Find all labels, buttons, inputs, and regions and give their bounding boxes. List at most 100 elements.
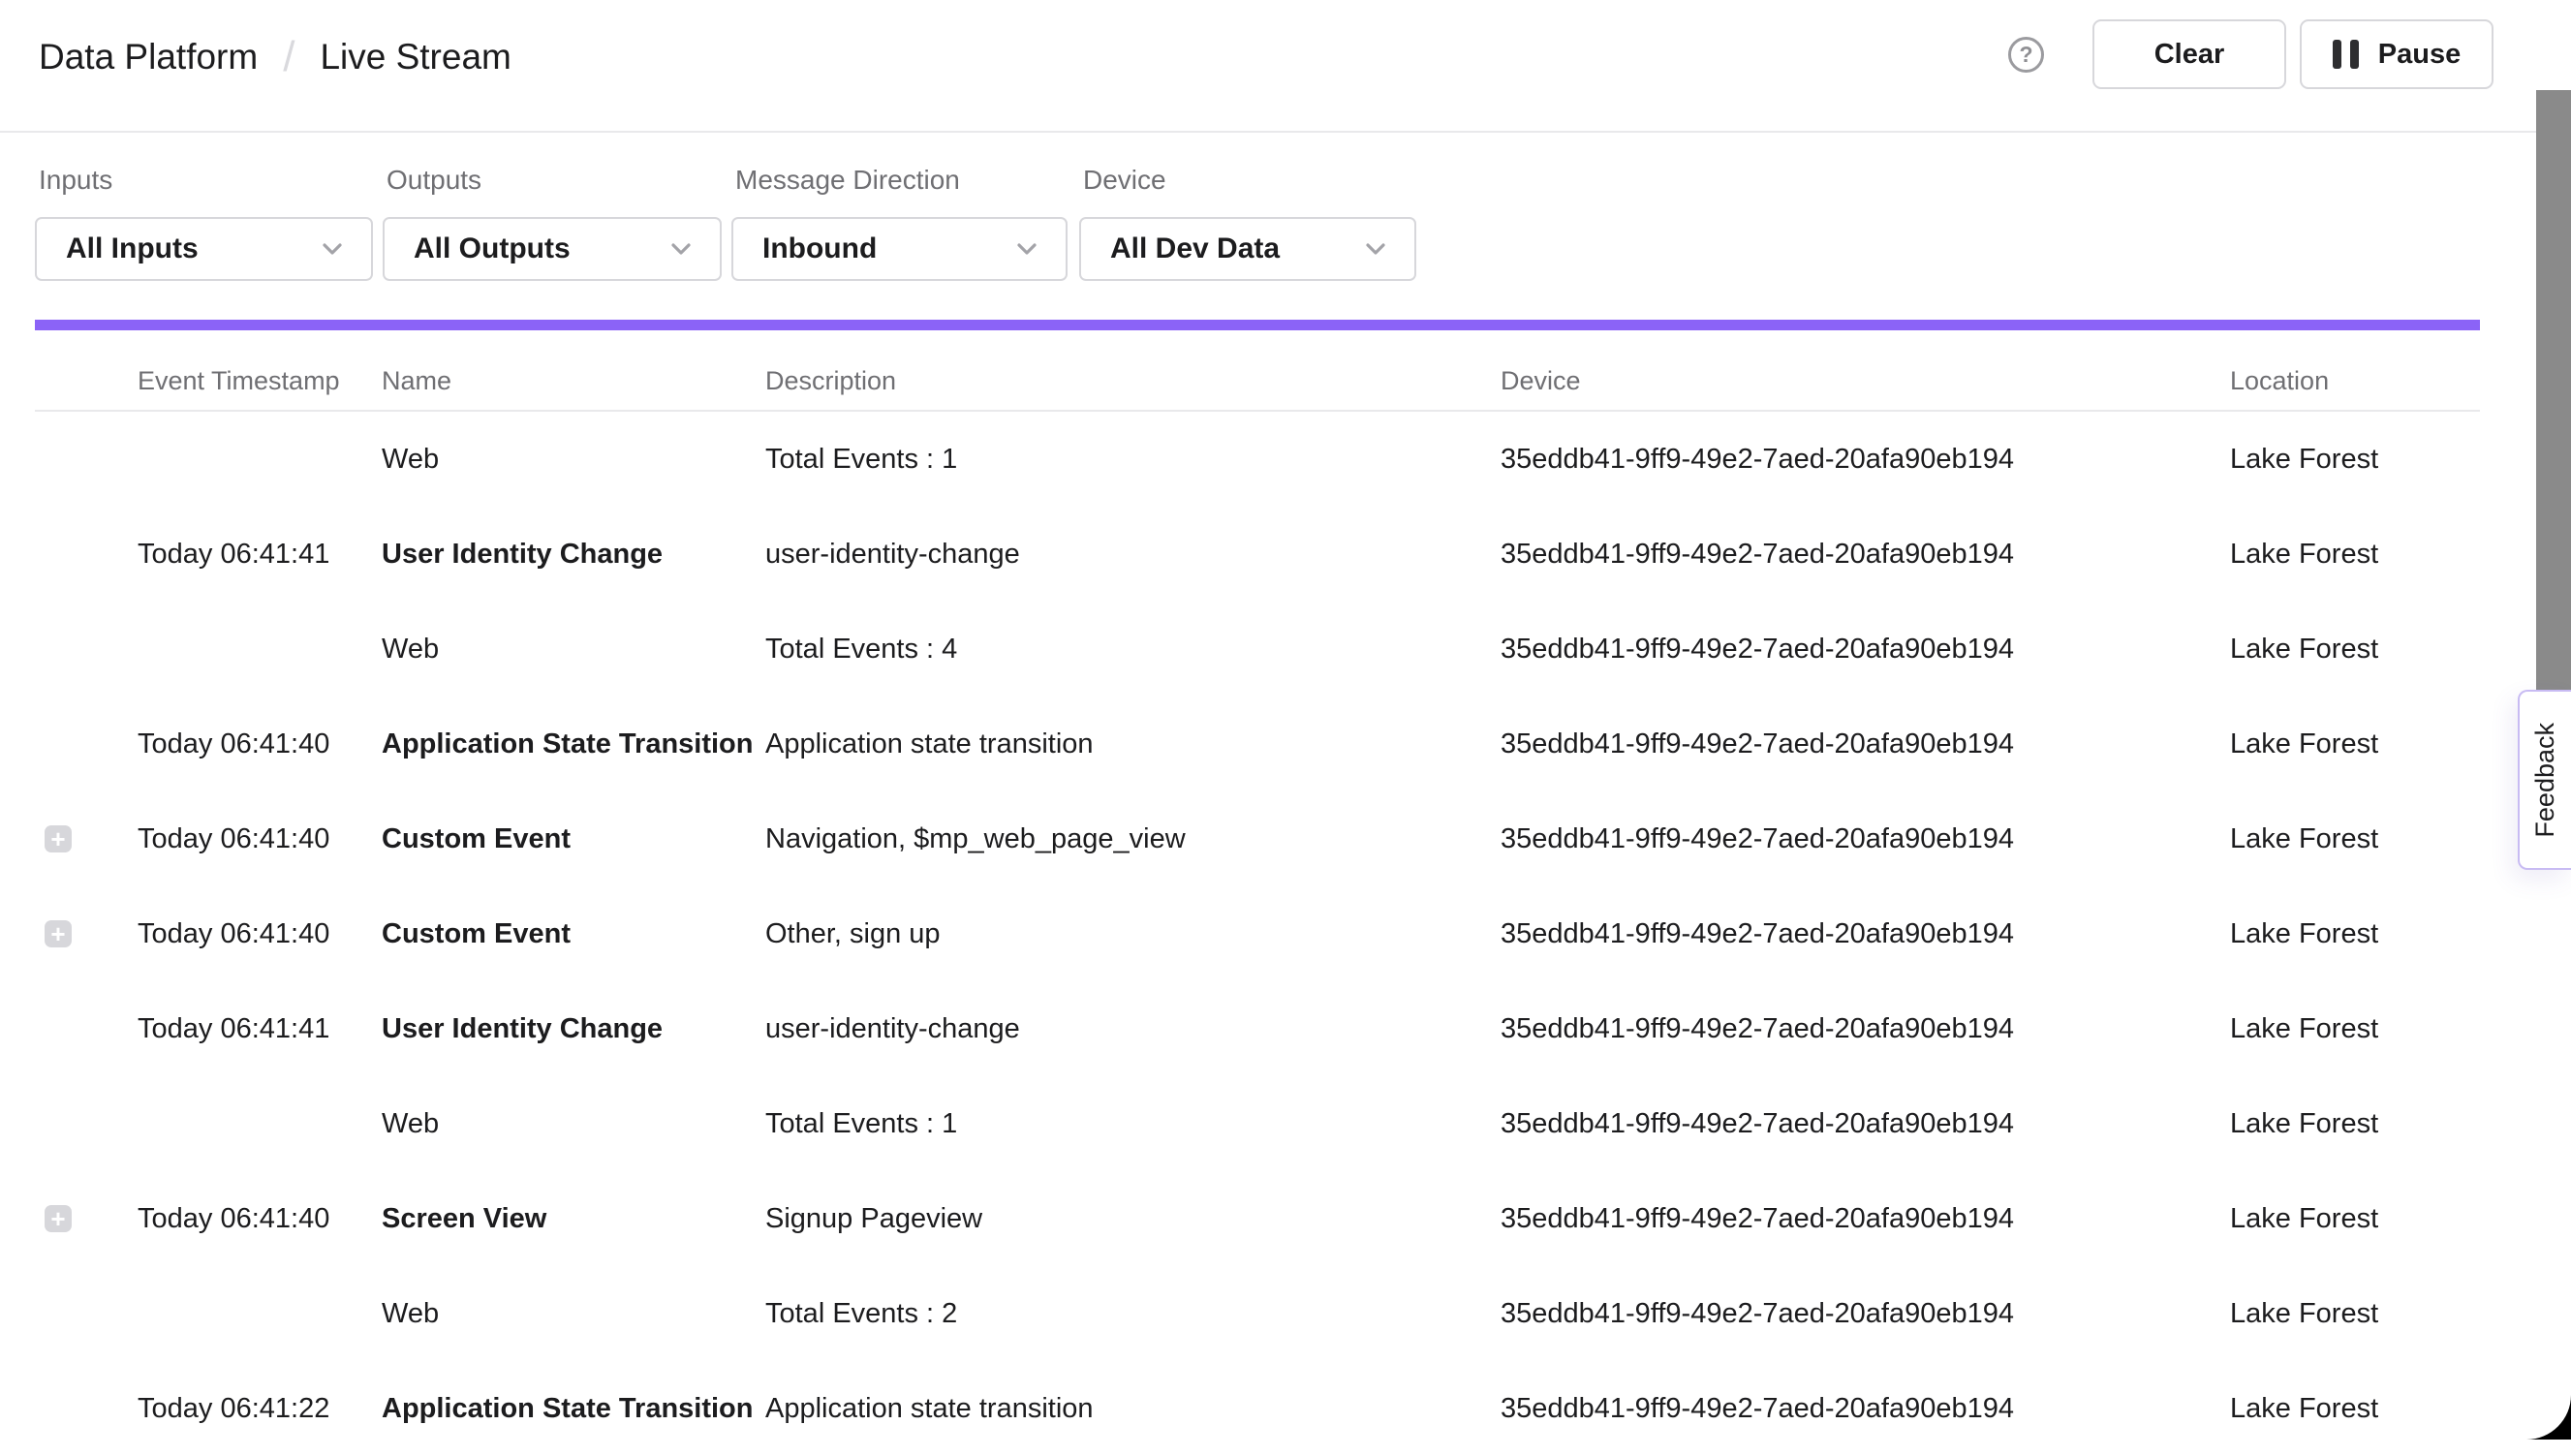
table-row[interactable]: +Today 06:41:40Custom EventOther, sign u…	[35, 886, 2480, 981]
expand-cell	[35, 1266, 138, 1361]
event-timestamp	[138, 412, 382, 507]
event-description: Application state transition	[765, 1361, 1501, 1456]
event-device: 35eddb41-9ff9-49e2-7aed-20afa90eb194	[1501, 1361, 2230, 1456]
column-header-device: Device	[1501, 366, 2230, 396]
expand-cell	[35, 1361, 138, 1456]
event-name: Screen View	[382, 1171, 765, 1266]
expand-plus-icon[interactable]: +	[45, 825, 72, 852]
event-location: Lake Forest	[2230, 602, 2480, 697]
event-description: Total Events : 4	[765, 602, 1501, 697]
event-description: Total Events : 2	[765, 1266, 1501, 1361]
event-description: Application state transition	[765, 697, 1501, 791]
event-name: Application State Transition	[382, 697, 765, 791]
pause-button[interactable]: Pause	[2300, 19, 2494, 89]
breadcrumb-data-platform[interactable]: Data Platform	[39, 37, 258, 77]
event-name: Application State Transition	[382, 1361, 765, 1456]
event-device: 35eddb41-9ff9-49e2-7aed-20afa90eb194	[1501, 886, 2230, 981]
event-timestamp: Today 06:41:22	[138, 1361, 382, 1456]
table-row[interactable]: WebTotal Events : 235eddb41-9ff9-49e2-7a…	[35, 1266, 2480, 1361]
event-location: Lake Forest	[2230, 886, 2480, 981]
device-select[interactable]: All Dev Data	[1079, 217, 1416, 281]
event-device: 35eddb41-9ff9-49e2-7aed-20afa90eb194	[1501, 1076, 2230, 1171]
event-location: Lake Forest	[2230, 697, 2480, 791]
event-name: User Identity Change	[382, 507, 765, 602]
events-table-body: WebTotal Events : 135eddb41-9ff9-49e2-7a…	[35, 412, 2480, 1456]
expand-cell	[35, 697, 138, 791]
table-row[interactable]: Today 06:41:40Application State Transiti…	[35, 697, 2480, 791]
event-location: Lake Forest	[2230, 791, 2480, 886]
event-location: Lake Forest	[2230, 981, 2480, 1076]
event-name: Web	[382, 602, 765, 697]
event-description: user-identity-change	[765, 981, 1501, 1076]
event-device: 35eddb41-9ff9-49e2-7aed-20afa90eb194	[1501, 1266, 2230, 1361]
scrollbar-thumb[interactable]	[2536, 90, 2571, 715]
expand-cell: +	[35, 1171, 138, 1266]
event-name: Web	[382, 1076, 765, 1171]
filter-label-message-direction: Message Direction	[731, 165, 1068, 196]
expand-cell	[35, 602, 138, 697]
event-description: Total Events : 1	[765, 1076, 1501, 1171]
outputs-select[interactable]: All Outputs	[383, 217, 722, 281]
table-row[interactable]: Today 06:41:41User Identity Changeuser-i…	[35, 507, 2480, 602]
expand-cell	[35, 412, 138, 507]
table-row[interactable]: WebTotal Events : 435eddb41-9ff9-49e2-7a…	[35, 602, 2480, 697]
event-name: Custom Event	[382, 886, 765, 981]
event-description: user-identity-change	[765, 507, 1501, 602]
filter-device: Device All Dev Data	[1079, 165, 1416, 281]
window-corner	[2523, 1391, 2571, 1440]
pause-button-label: Pause	[2378, 39, 2461, 71]
event-device: 35eddb41-9ff9-49e2-7aed-20afa90eb194	[1501, 602, 2230, 697]
help-icon[interactable]: ?	[2008, 37, 2044, 73]
chevron-down-icon	[666, 233, 697, 264]
page-header: Data Platform / Live Stream ? Clear Paus…	[0, 0, 2571, 133]
table-row[interactable]: +Today 06:41:40Screen ViewSignup Pagevie…	[35, 1171, 2480, 1266]
breadcrumb: Data Platform / Live Stream	[39, 33, 511, 81]
table-row[interactable]: WebTotal Events : 135eddb41-9ff9-49e2-7a…	[35, 412, 2480, 507]
expand-plus-icon[interactable]: +	[45, 1205, 72, 1232]
table-row[interactable]: WebTotal Events : 135eddb41-9ff9-49e2-7a…	[35, 1076, 2480, 1171]
breadcrumb-separator: /	[283, 33, 294, 81]
table-row[interactable]: +Today 06:41:40Custom EventNavigation, $…	[35, 791, 2480, 886]
event-device: 35eddb41-9ff9-49e2-7aed-20afa90eb194	[1501, 981, 2230, 1076]
event-timestamp	[138, 602, 382, 697]
clear-button[interactable]: Clear	[2092, 19, 2286, 89]
expand-cell	[35, 507, 138, 602]
table-row[interactable]: Today 06:41:41User Identity Changeuser-i…	[35, 981, 2480, 1076]
event-location: Lake Forest	[2230, 412, 2480, 507]
filter-outputs: Outputs All Outputs	[383, 165, 722, 281]
message-direction-select-value: Inbound	[762, 232, 877, 265]
event-description: Signup Pageview	[765, 1171, 1501, 1266]
event-timestamp: Today 06:41:40	[138, 791, 382, 886]
column-header-description: Description	[765, 366, 1501, 396]
event-location: Lake Forest	[2230, 507, 2480, 602]
event-timestamp: Today 06:41:40	[138, 886, 382, 981]
event-description: Total Events : 1	[765, 412, 1501, 507]
event-device: 35eddb41-9ff9-49e2-7aed-20afa90eb194	[1501, 412, 2230, 507]
header-actions: ? Clear Pause	[2008, 19, 2494, 89]
event-timestamp: Today 06:41:41	[138, 507, 382, 602]
event-device: 35eddb41-9ff9-49e2-7aed-20afa90eb194	[1501, 697, 2230, 791]
event-device: 35eddb41-9ff9-49e2-7aed-20afa90eb194	[1501, 791, 2230, 886]
event-name: User Identity Change	[382, 981, 765, 1076]
expand-plus-icon[interactable]: +	[45, 920, 72, 947]
feedback-tab[interactable]: Feedback	[2518, 690, 2571, 870]
column-header-location: Location	[2230, 366, 2480, 396]
chevron-down-icon	[317, 233, 348, 264]
outputs-select-value: All Outputs	[414, 232, 571, 265]
inputs-select[interactable]: All Inputs	[35, 217, 373, 281]
filter-inputs: Inputs All Inputs	[35, 165, 373, 281]
message-direction-select[interactable]: Inbound	[731, 217, 1068, 281]
events-table-header: Event Timestamp Name Description Device …	[35, 330, 2480, 412]
event-device: 35eddb41-9ff9-49e2-7aed-20afa90eb194	[1501, 507, 2230, 602]
expand-cell	[35, 981, 138, 1076]
event-timestamp	[138, 1266, 382, 1361]
feedback-tab-label: Feedback	[2530, 723, 2560, 838]
event-name: Custom Event	[382, 791, 765, 886]
event-location: Lake Forest	[2230, 1171, 2480, 1266]
filter-bar: Inputs All Inputs Outputs All Outputs Me…	[35, 165, 1426, 281]
event-timestamp: Today 06:41:40	[138, 697, 382, 791]
filter-label-device: Device	[1079, 165, 1416, 196]
table-row[interactable]: Today 06:41:22Application State Transiti…	[35, 1361, 2480, 1456]
filter-message-direction: Message Direction Inbound	[731, 165, 1068, 281]
device-select-value: All Dev Data	[1110, 232, 1280, 265]
